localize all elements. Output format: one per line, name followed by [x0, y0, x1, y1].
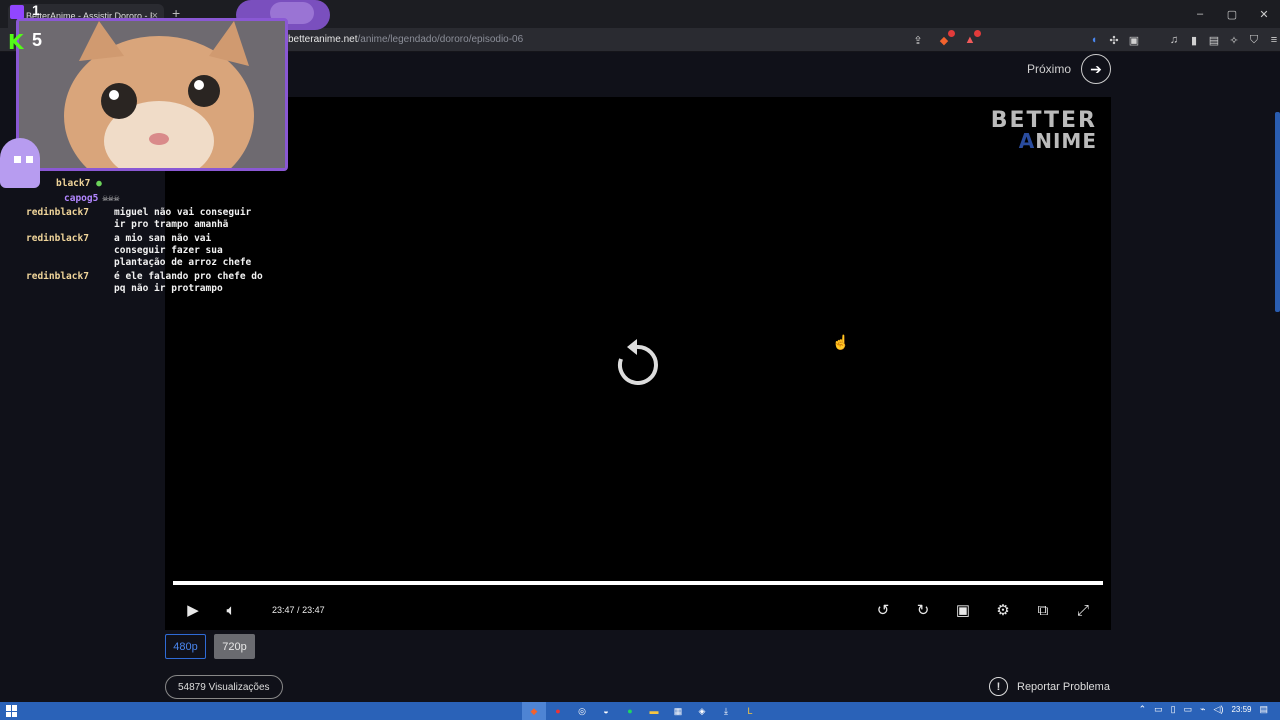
logo-bottom: NIME: [1035, 129, 1097, 153]
screenshot-icon[interactable]: ▣: [1126, 32, 1142, 48]
chat-message: redinblack7 é ele falando pro chefe do p…: [26, 271, 264, 294]
player-controls: ▶ 🔈︎ 23:47 / 23:47 ↺ ↻ ▣ ⚙ ⧉ ⤢: [165, 593, 1111, 629]
chat-user: black7: [56, 178, 91, 189]
download-taskbar-icon[interactable]: ⤓: [714, 702, 738, 720]
network-icon[interactable]: ▭: [1154, 704, 1163, 715]
volume-icon[interactable]: 🔈︎: [220, 599, 242, 621]
extensions-icon[interactable]: ✣: [1106, 32, 1122, 48]
chat-text: miguel não vai conseguir ir pro trampo a…: [114, 207, 252, 230]
share-icon[interactable]: ⇪: [910, 32, 926, 48]
hand-cursor-icon: ☝: [832, 334, 850, 350]
vscode-taskbar-icon[interactable]: ◈: [690, 702, 714, 720]
window-controls: – ▢ ✕: [1184, 0, 1280, 28]
replay-icon[interactable]: [615, 337, 659, 390]
explorer-taskbar-icon[interactable]: ▬: [642, 702, 666, 720]
store-taskbar-icon[interactable]: ▦: [666, 702, 690, 720]
progress-bar[interactable]: [173, 581, 1103, 585]
monitor-icon[interactable]: ▭: [1184, 704, 1193, 715]
system-tray: ⌃ ▭ ▯ ▭ ⌁ ◁) 23:59 ▤: [1139, 704, 1268, 715]
windows-start-icon[interactable]: [6, 705, 18, 717]
next-episode-button[interactable]: Próximo ➔: [1027, 54, 1112, 84]
windows-taskbar: ◆ ● ◎ ◒ ● ▬ ▦ ◈ ⤓ L ⌃ ▭ ▯ ▭ ⌁ ◁) 23:59 ▤: [0, 702, 1280, 720]
wallet-icon[interactable]: ▤: [1206, 32, 1222, 48]
music-icon[interactable]: ♫: [1166, 32, 1182, 48]
arrow-right-icon: ➔: [1081, 54, 1112, 84]
chat-user: redinblack7: [26, 207, 89, 219]
video-player[interactable]: BETTER ANIME ▶ 🔈︎ 23:47 / 23:47 ↺ ↻ ▣ ⚙ …: [165, 97, 1111, 630]
settings-gear-icon[interactable]: ⚙: [992, 599, 1014, 621]
notifications-icon[interactable]: ▤: [1259, 704, 1268, 715]
next-label: Próximo: [1027, 62, 1072, 76]
close-window-button[interactable]: ✕: [1248, 0, 1280, 28]
sidebar-icon[interactable]: ▮: [1186, 32, 1202, 48]
page-scrollbar[interactable]: [1275, 112, 1280, 312]
vpn-icon[interactable]: ⛉: [1246, 32, 1262, 48]
quality-selector: 480p 720p: [165, 634, 255, 659]
play-icon[interactable]: ▶: [182, 599, 204, 621]
chat-line-partial: black7 ●: [56, 178, 264, 190]
clock[interactable]: 23:59: [1231, 705, 1251, 714]
mic-icon[interactable]: ▯: [1171, 704, 1176, 715]
current-time: 23:47: [272, 605, 295, 615]
leo-ai-icon[interactable]: ✧: [1226, 32, 1242, 48]
brave-rewards-icon[interactable]: ▲: [962, 30, 981, 48]
twitch-icon: [10, 5, 24, 19]
betteranime-logo: BETTER ANIME: [990, 108, 1097, 153]
time-display: 23:47 / 23:47: [272, 605, 325, 615]
duration: 23:47: [302, 605, 325, 615]
quality-480p-button[interactable]: 480p: [165, 634, 206, 659]
steam-taskbar-icon[interactable]: ◎: [570, 702, 594, 720]
brave-shield-icon[interactable]: ◆: [936, 30, 955, 48]
chat-line-sub: capog5 ☠☠☠: [26, 193, 264, 205]
url-field[interactable]: betteranime.net/anime/legendado/dororo/e…: [288, 34, 523, 45]
report-label: Reportar Problema: [1017, 680, 1110, 693]
opera-taskbar-icon[interactable]: ●: [546, 702, 570, 720]
brave-taskbar-icon[interactable]: ◆: [522, 702, 546, 720]
chat-text: é ele falando pro chefe do pq não ir pro…: [114, 271, 263, 294]
cast-icon[interactable]: ⧉: [1032, 599, 1054, 621]
spotify-taskbar-icon[interactable]: ●: [618, 702, 642, 720]
speaker-icon[interactable]: ◁): [1214, 704, 1224, 715]
emote-icon: ●: [96, 178, 102, 189]
forward-10-icon[interactable]: ↻: [912, 599, 934, 621]
maximize-button[interactable]: ▢: [1216, 0, 1248, 28]
report-problem-button[interactable]: ! Reportar Problema: [989, 677, 1110, 696]
twitch-viewer-count: 1: [32, 2, 40, 18]
minimize-button[interactable]: –: [1184, 0, 1216, 28]
url-domain: betteranime.net: [288, 34, 358, 45]
chat-user: redinblack7: [26, 271, 89, 283]
chat-text: a mio san não vai conseguir fazer sua pl…: [114, 233, 252, 268]
logo-accent: A: [1018, 129, 1036, 153]
app-taskbar-icon[interactable]: L: [738, 702, 762, 720]
chat-message: redinblack7 miguel não vai conseguir ir …: [26, 207, 264, 230]
audio-icon[interactable]: ◖: [1086, 32, 1102, 48]
picture-in-picture-icon[interactable]: ▣: [952, 599, 974, 621]
chat-message: redinblack7 a mio san não vai conseguir …: [26, 233, 264, 268]
views-counter: 54879 Visualizações: [165, 675, 283, 699]
discord-taskbar-icon[interactable]: ◒: [594, 702, 618, 720]
alert-icon: !: [989, 677, 1008, 696]
url-path: /anime/legendado/dororo/episodio-06: [357, 34, 524, 45]
fullscreen-icon[interactable]: ⤢: [1072, 599, 1094, 621]
webcam-cat-image: [16, 18, 288, 171]
logo-top: BETTER: [990, 108, 1097, 133]
stream-chat: black7 ● capog5 ☠☠☠ redinblack7 miguel nã…: [26, 178, 264, 297]
chevron-up-icon[interactable]: ⌃: [1139, 704, 1147, 715]
menu-icon[interactable]: ≡: [1266, 32, 1280, 48]
kick-icon: K: [8, 30, 24, 54]
usb-icon[interactable]: ⌁: [1200, 704, 1205, 715]
skull-emotes-icon: ☠☠☠: [102, 192, 120, 204]
quality-720p-button[interactable]: 720p: [214, 634, 255, 659]
chat-user: redinblack7: [26, 233, 89, 245]
chat-sub-user: capog5: [64, 192, 99, 204]
kick-viewer-count: 5: [32, 30, 43, 50]
rewind-10-icon[interactable]: ↺: [872, 599, 894, 621]
